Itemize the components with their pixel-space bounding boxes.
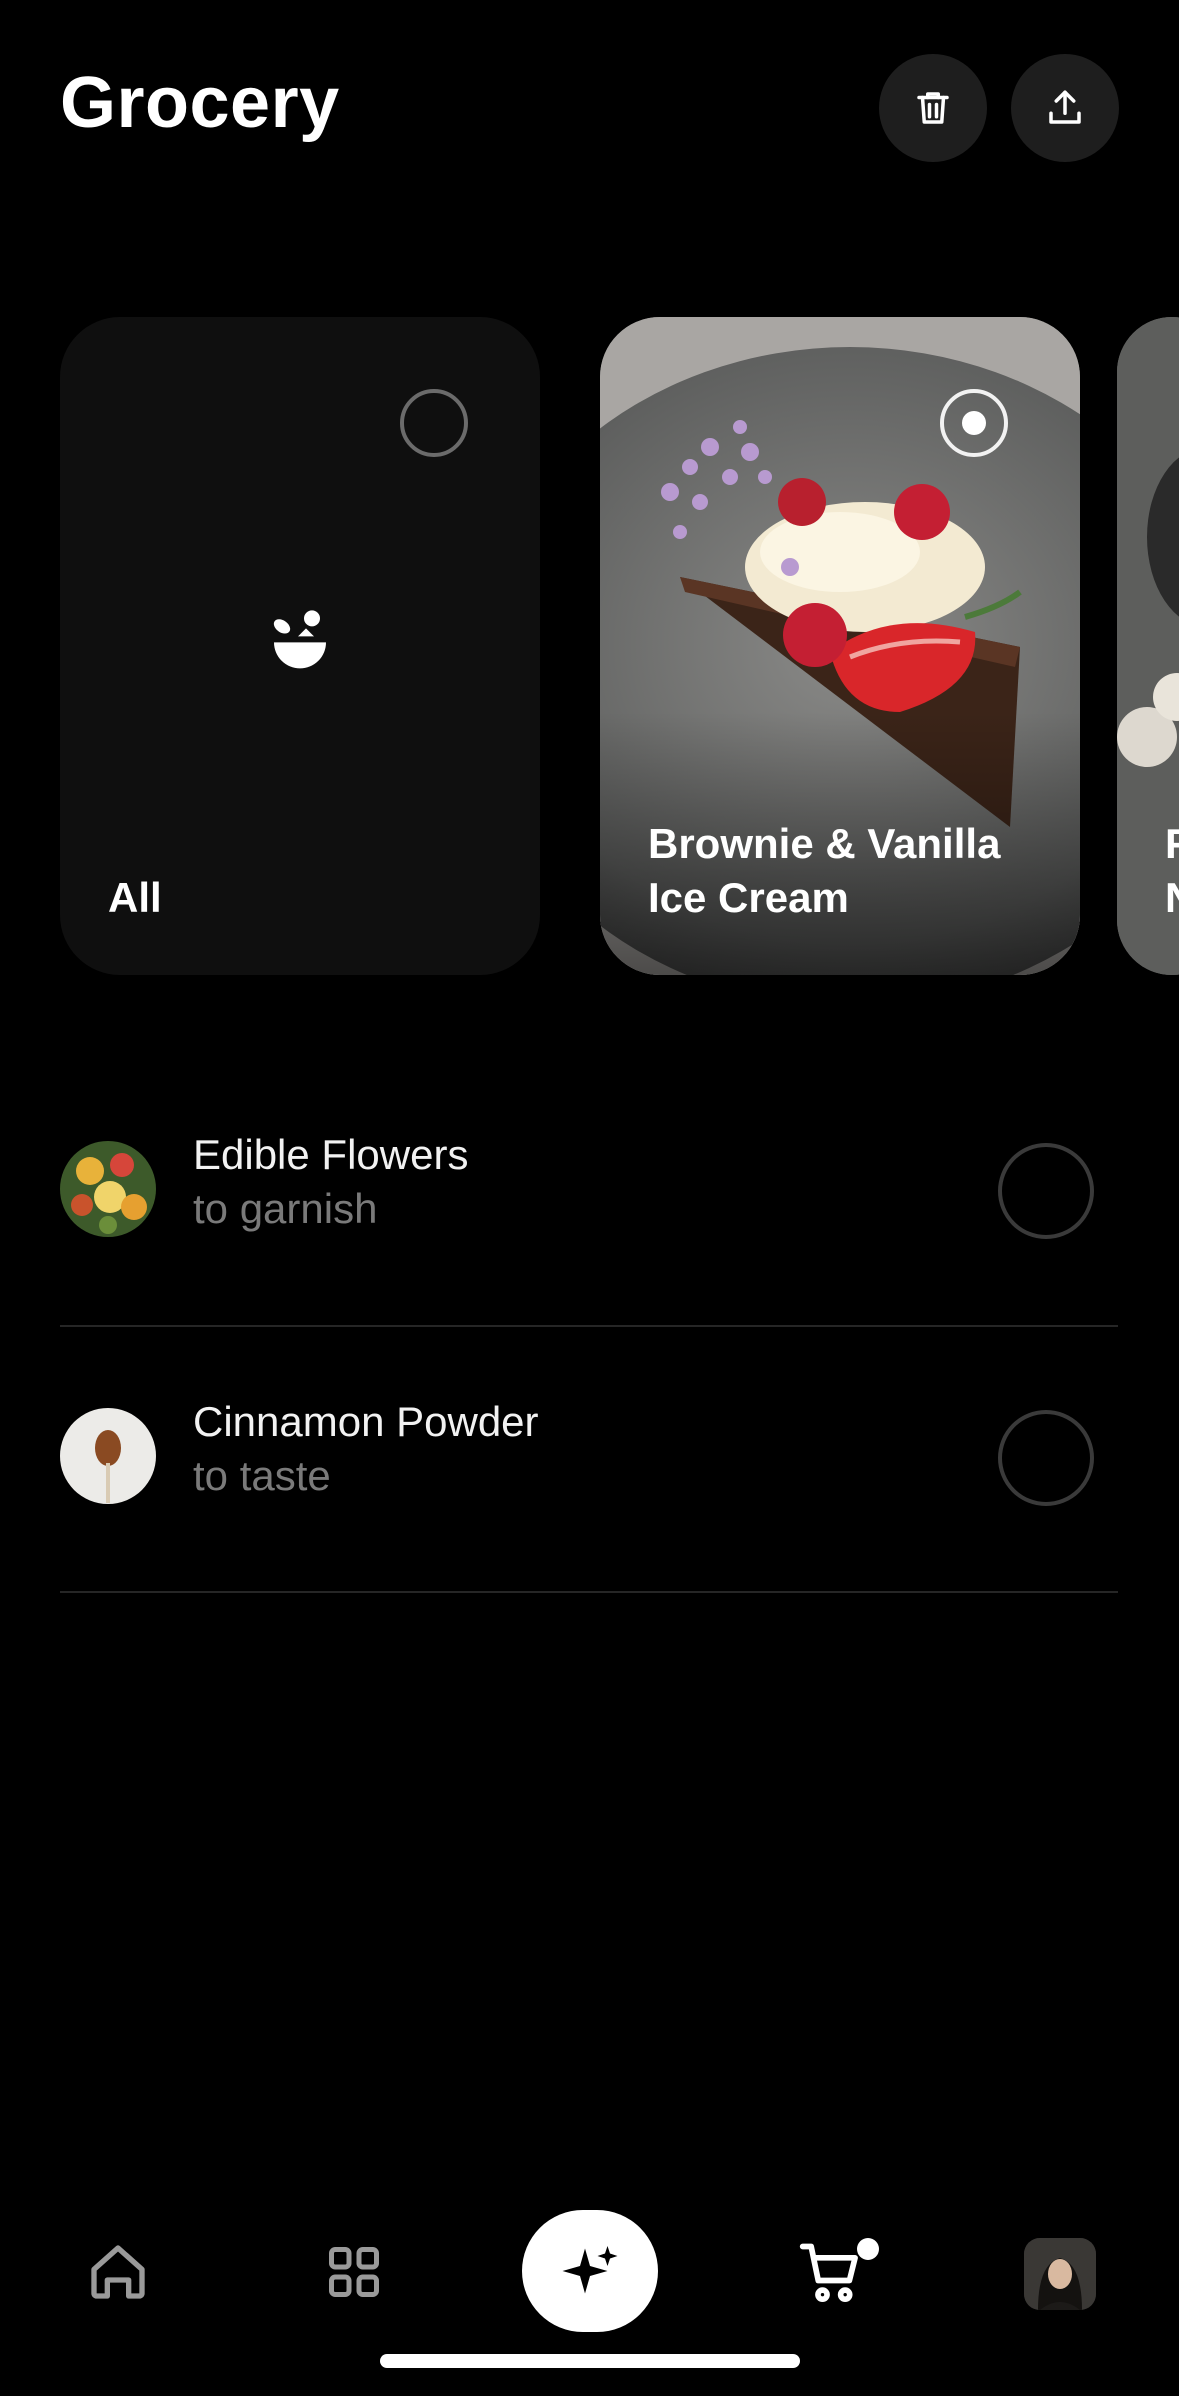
profile-avatar[interactable] — [1024, 2238, 1096, 2310]
divider — [60, 1325, 1118, 1327]
grid-icon — [329, 2247, 379, 2297]
delete-button[interactable] — [879, 54, 987, 162]
nav-home[interactable] — [82, 2236, 154, 2308]
item-checkbox[interactable] — [998, 1143, 1094, 1239]
nav-ai-assistant[interactable] — [522, 2210, 658, 2332]
trash-icon — [917, 92, 949, 124]
recipe-label-line1: F — [1165, 820, 1179, 867]
item-name: Cinnamon Powder — [193, 1398, 539, 1445]
sparkle-icon — [562, 2246, 618, 2294]
divider — [60, 1591, 1118, 1593]
page-title: Grocery — [60, 63, 340, 143]
list-item[interactable]: Cinnamon Powder to taste — [60, 1396, 1118, 1526]
recipe-select-radio[interactable] — [400, 389, 468, 457]
cart-badge — [857, 2238, 879, 2260]
recipe-label-line2: Ice Cream — [648, 874, 849, 921]
recipe-card-label: F N — [1165, 817, 1179, 925]
recipe-select-radio[interactable] — [940, 389, 1008, 457]
item-thumbnail — [60, 1141, 156, 1237]
recipe-card-all[interactable]: All — [60, 317, 540, 975]
recipe-card-label: All — [108, 874, 162, 921]
home-indicator — [380, 2354, 800, 2368]
list-item[interactable]: Edible Flowers to garnish — [60, 1129, 1118, 1259]
item-thumbnail — [60, 1408, 156, 1504]
item-quantity: to garnish — [193, 1185, 378, 1232]
recipe-label-line1: Brownie & Vanilla — [648, 820, 1001, 867]
item-checkbox[interactable] — [998, 1410, 1094, 1506]
item-quantity: to taste — [193, 1452, 331, 1499]
recipe-card-brownie[interactable]: Brownie & Vanilla Ice Cream — [600, 317, 1080, 975]
recipe-card-label: Brownie & Vanilla Ice Cream — [648, 817, 1000, 925]
recipe-label-line2: N — [1165, 871, 1179, 925]
nav-categories[interactable] — [318, 2236, 390, 2308]
bowl-icon — [273, 610, 326, 669]
share-button[interactable] — [1011, 54, 1119, 162]
recipe-card-next[interactable]: F N — [1117, 317, 1179, 975]
item-name: Edible Flowers — [193, 1131, 469, 1178]
home-icon — [91, 2245, 145, 2299]
share-icon — [1049, 90, 1081, 124]
cart-icon — [799, 2243, 858, 2303]
